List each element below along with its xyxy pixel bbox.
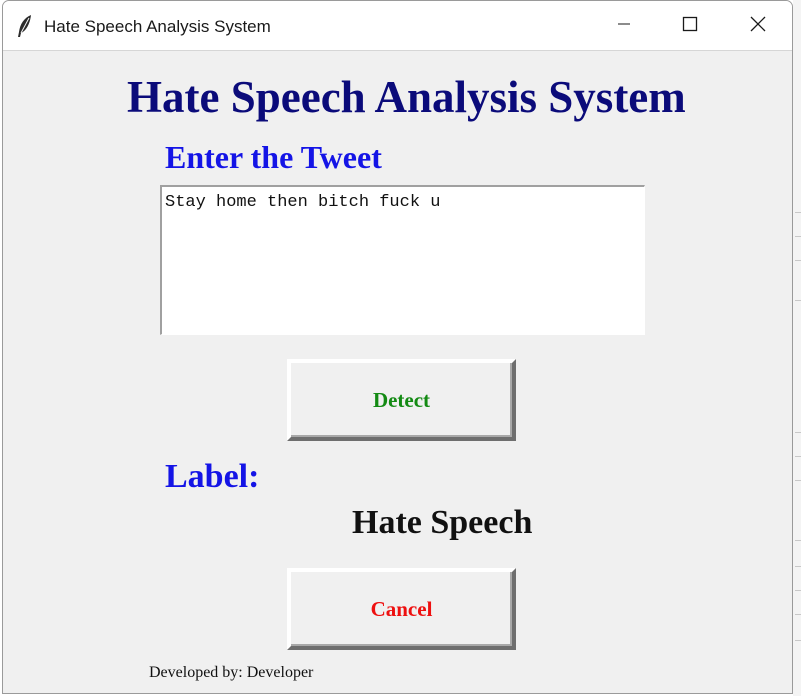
cancel-button[interactable]: Cancel (287, 568, 516, 650)
feather-icon (16, 14, 34, 38)
window-title: Hate Speech Analysis System (44, 17, 271, 36)
detect-button[interactable]: Detect (287, 359, 516, 441)
page-title: Hate Speech Analysis System (127, 72, 686, 122)
minimize-icon (617, 17, 631, 36)
developer-credit: Developed by: Developer (149, 664, 314, 681)
app-window: Hate Speech Analysis System Hate Speech … (2, 0, 793, 694)
maximize-button[interactable] (657, 1, 723, 51)
maximize-icon (682, 16, 698, 37)
close-icon (750, 16, 766, 37)
result-value: Hate Speech (352, 504, 533, 541)
background-desktop-edge (793, 0, 801, 696)
minimize-button[interactable] (591, 1, 657, 51)
tweet-input-label: Enter the Tweet (165, 139, 382, 175)
title-bar[interactable]: Hate Speech Analysis System (3, 1, 792, 51)
tweet-input[interactable] (160, 185, 645, 335)
close-button[interactable] (725, 1, 791, 51)
result-label: Label: (165, 458, 260, 495)
